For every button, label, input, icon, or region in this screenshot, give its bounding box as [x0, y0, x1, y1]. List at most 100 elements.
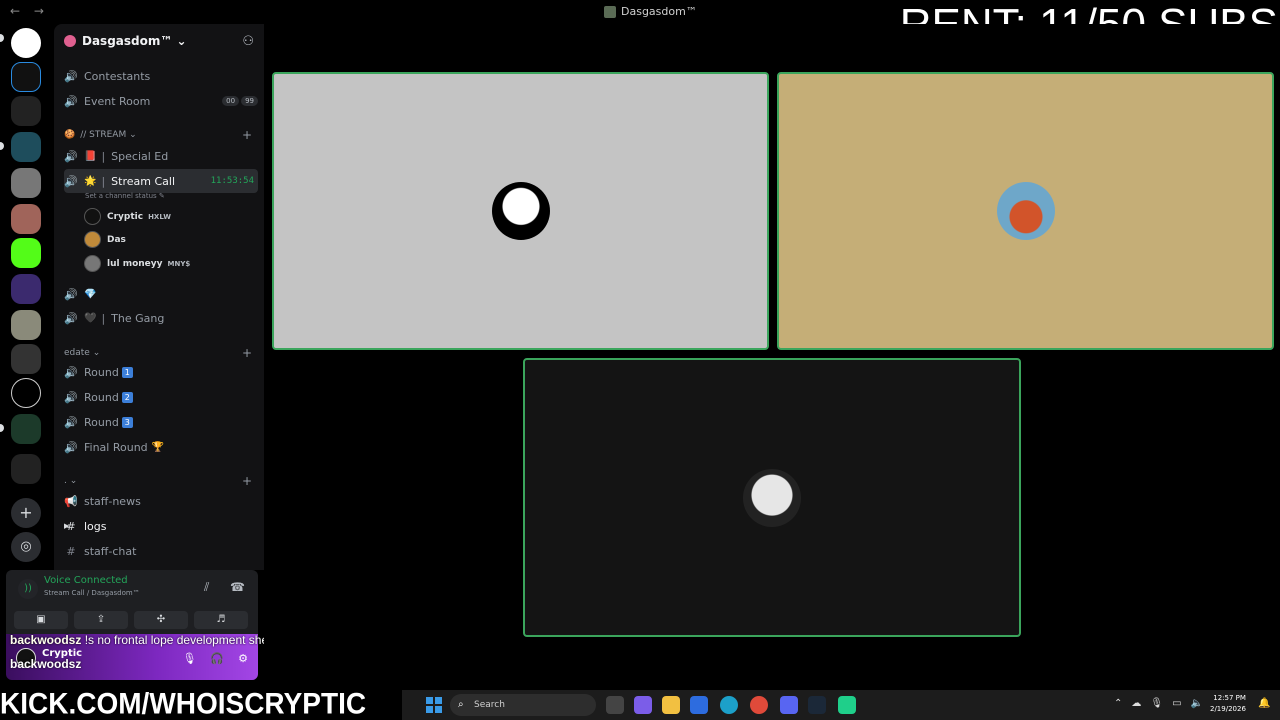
discover-icon[interactable]: ◎	[11, 532, 41, 562]
create-channel-icon[interactable]: +	[242, 474, 252, 488]
activities-button[interactable]: ✣	[134, 611, 188, 629]
user-limit-badge: 00 99	[222, 96, 258, 106]
server-icon-11[interactable]	[11, 414, 41, 444]
channel-round-3[interactable]: 🔊 Round 3	[64, 411, 258, 433]
server-icon-7[interactable]	[11, 274, 41, 304]
invite-people-icon[interactable]: ⚇	[242, 34, 254, 49]
channel-stream-call[interactable]: 🔊 🌟 | Stream Call 11:53:54	[64, 169, 258, 193]
channel-status-prompt[interactable]: Set a channel status ✎	[85, 192, 165, 200]
voice-location[interactable]: Stream Call / Dasgasdom™	[44, 589, 140, 597]
steam-icon[interactable]	[808, 696, 826, 714]
channel-final-round[interactable]: 🔊 Final Round 🏆	[64, 436, 258, 458]
channel-label: Contestants	[84, 69, 151, 83]
search-placeholder: Search	[474, 700, 505, 710]
settings-gear-icon[interactable]: ⚙	[238, 652, 248, 665]
unread-indicator	[0, 34, 4, 42]
server-icon-1[interactable]	[11, 62, 41, 92]
server-icon-2[interactable]	[11, 96, 41, 126]
network-icon[interactable]: ▭	[1172, 698, 1181, 709]
server-icon-6[interactable]	[11, 238, 41, 268]
speaking-icon: 🔊	[64, 174, 78, 188]
participant-tile[interactable]	[777, 72, 1274, 350]
channel-round-1[interactable]: 🔊 Round 1	[64, 361, 258, 383]
channel-the-gang[interactable]: 🔊 🖤 | The Gang	[64, 307, 258, 329]
disconnect-icon[interactable]: ☎	[230, 580, 245, 594]
participant-tile[interactable]	[272, 72, 769, 350]
server-icon-4[interactable]	[11, 168, 41, 198]
category-label: . ⌄	[64, 476, 78, 486]
voice-user[interactable]: lul moneyy MNY$	[84, 255, 190, 272]
unread-indicator	[0, 424, 4, 432]
avatar	[84, 208, 101, 225]
chrome-icon[interactable]	[750, 696, 768, 714]
category-stream[interactable]: 🍪 // STREAM ⌄ +	[64, 128, 252, 142]
kick-watermark: KICK.COM/WHOISCRYPTIC	[0, 687, 367, 720]
forward-arrow-icon[interactable]: →	[34, 4, 44, 18]
chevron-up-icon[interactable]: ⌃	[1114, 698, 1122, 709]
store-icon[interactable]	[690, 696, 708, 714]
channel-label: Round	[84, 365, 119, 379]
taskbar-search[interactable]: ⌕ Search	[450, 694, 596, 716]
window-title: Dasgasdom™	[604, 5, 697, 18]
streaming-app-icon[interactable]	[838, 696, 856, 714]
server-icon-5[interactable]	[11, 204, 41, 234]
server-icon-8[interactable]	[11, 310, 41, 340]
onedrive-icon[interactable]: ☁	[1131, 698, 1141, 709]
add-server-icon[interactable]: +	[11, 498, 41, 528]
voice-status[interactable]: Voice Connected	[44, 575, 128, 586]
channel-label: Special Ed	[111, 149, 169, 163]
server-icon-9[interactable]	[11, 344, 41, 374]
back-arrow-icon[interactable]: ←	[10, 4, 20, 18]
voice-user-name: lul moneyy	[107, 258, 163, 269]
server-header[interactable]: Dasgasdom™ ⌄	[64, 34, 187, 48]
search-icon: ⌕	[458, 699, 464, 710]
channel-staff-news[interactable]: 📢 staff-news	[64, 490, 258, 512]
voice-user-name: Das	[107, 234, 126, 245]
camera-off-button[interactable]: ▣	[14, 611, 68, 629]
channel-staff-chat[interactable]: # staff-chat	[64, 540, 258, 562]
edge-icon[interactable]	[720, 696, 738, 714]
category-staff[interactable]: . ⌄ +	[64, 474, 252, 488]
channel-contestants[interactable]: 🔊 Contestants	[64, 65, 258, 87]
voice-user[interactable]: Cryptic HXLW	[84, 208, 171, 225]
channel-gem[interactable]: 🔊 💎	[64, 283, 258, 305]
windows-taskbar: ⌕ Search ⌃ ☁ 🎙 ▭ 🔈 12:57 PM 2/19/2026 🔔	[402, 690, 1280, 720]
notification-bell-icon[interactable]: 🔔	[1258, 698, 1270, 709]
direct-messages-icon[interactable]	[11, 28, 41, 58]
noise-suppression-icon[interactable]: ⫽	[204, 580, 209, 595]
copilot-icon[interactable]	[634, 696, 652, 714]
channel-logs[interactable]: ▶ # logs	[64, 515, 258, 537]
server-icon-12[interactable]	[11, 454, 41, 484]
sun-icon: 🌟	[84, 175, 97, 187]
channel-special-ed[interactable]: 🔊 📕 | Special Ed	[64, 145, 258, 167]
headphones-icon[interactable]: 🎧	[210, 652, 224, 665]
channel-label: staff-chat	[84, 544, 137, 558]
channel-event-room[interactable]: 🔊 Event Room 00 99	[64, 90, 258, 112]
windows-start-icon[interactable]	[426, 697, 442, 713]
speaker-icon: 🔊	[64, 94, 78, 108]
category-edate[interactable]: edate ⌄ +	[64, 346, 252, 360]
microphone-icon[interactable]: 🎙	[182, 652, 196, 665]
number-one-icon: 1	[121, 366, 133, 378]
taskbar-clock[interactable]: 12:57 PM 2/19/2026	[1210, 693, 1246, 715]
participant-tile[interactable]	[523, 358, 1021, 637]
user-limit: 99	[241, 96, 258, 106]
file-explorer-icon[interactable]	[662, 696, 680, 714]
heart-icon: 🖤	[84, 312, 97, 324]
signal-icon[interactable]: ))	[18, 579, 38, 599]
server-icon-10[interactable]	[11, 378, 41, 408]
book-icon: 📕	[84, 150, 97, 162]
create-channel-icon[interactable]: +	[242, 346, 252, 360]
server-icon-3[interactable]	[11, 132, 41, 162]
channel-round-2[interactable]: 🔊 Round 2	[64, 386, 258, 408]
discord-icon[interactable]	[780, 696, 798, 714]
microphone-icon[interactable]: 🎙	[1150, 698, 1163, 709]
task-view-icon[interactable]	[606, 696, 624, 714]
hashtag-icon: #	[66, 544, 76, 558]
volume-icon[interactable]: 🔈	[1191, 698, 1203, 709]
share-screen-button[interactable]: ⇪	[74, 611, 128, 629]
voice-user[interactable]: Das	[84, 231, 126, 248]
create-channel-icon[interactable]: +	[242, 128, 252, 142]
soundboard-button[interactable]: ♬	[194, 611, 248, 629]
server-name: Dasgasdom™ ⌄	[82, 34, 187, 48]
